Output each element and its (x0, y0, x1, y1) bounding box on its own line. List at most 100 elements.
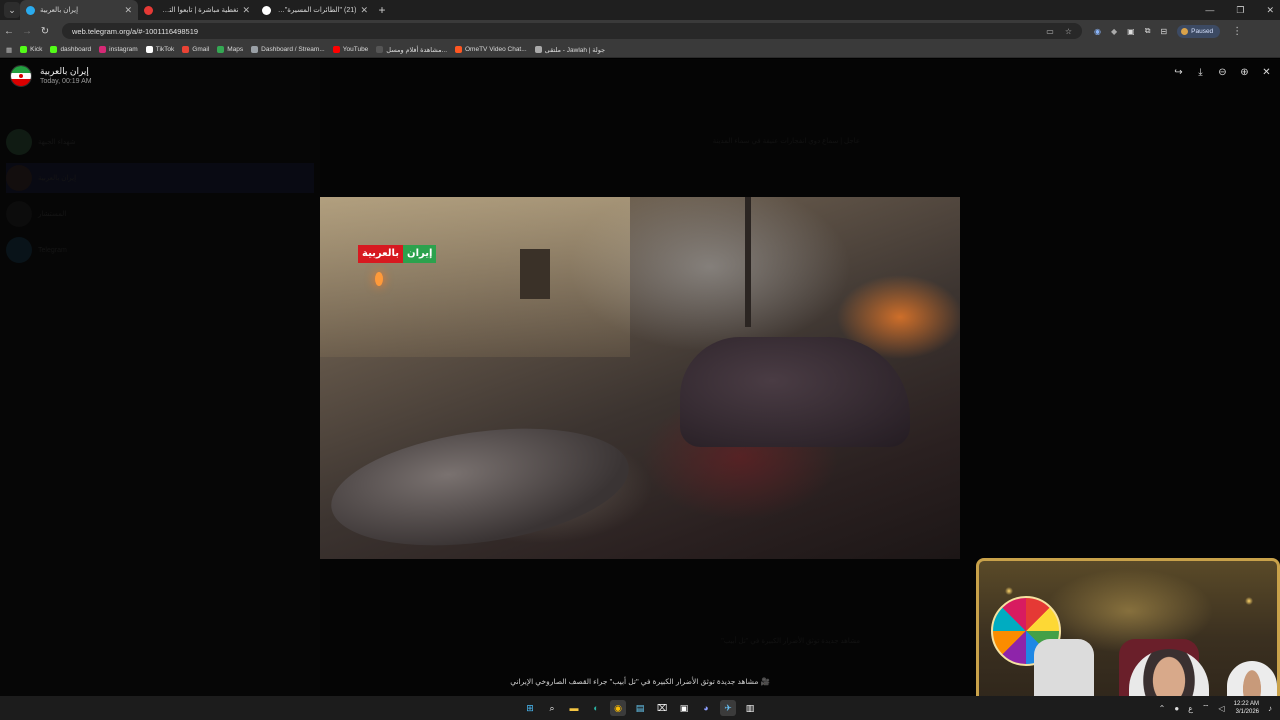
person (1227, 661, 1277, 696)
bookmark-label: Dashboard / Stream... (261, 46, 325, 53)
viewer-actions: ↪ ⤓ ⊖ ⊕ ✕ (1173, 67, 1272, 78)
close-tab-icon[interactable]: ✕ (124, 5, 132, 16)
discord-icon[interactable]: ◕ (698, 700, 714, 716)
logo-text-red: بالعربية (358, 245, 404, 263)
clock[interactable]: 12:22 AM 3/1/2026 (1234, 700, 1259, 716)
youtube-icon (332, 46, 340, 53)
chat-name: شهداء الجبهة (38, 139, 76, 146)
app-icon[interactable]: ▣ (676, 700, 692, 716)
chat-list-item[interactable]: المستشار (6, 199, 314, 229)
extensions-area: ◉ ◆ ▣ ⧉ ⊟ (1094, 26, 1167, 36)
chrome-icon[interactable]: ◉ (610, 700, 626, 716)
apps-grid-icon[interactable]: ▦ (6, 46, 12, 54)
dashboard-icon (251, 46, 259, 53)
profile-icon[interactable]: ⊟ (1160, 27, 1167, 36)
system-tray: ⌃ ● ع ⌔ ◁ 12:22 AM 3/1/2026 ♪ (1159, 696, 1272, 720)
close-tab-icon[interactable]: ✕ (360, 5, 368, 16)
bookmark-label: dashboard (60, 46, 92, 53)
avatar (6, 237, 32, 263)
language-indicator[interactable]: ع (1188, 704, 1193, 713)
tab-title: تغطية مباشرة | تابعوا التطورات (158, 7, 239, 14)
search-icon[interactable]: ⌕ (544, 700, 560, 716)
chat-name: إيران بالعربية (38, 175, 77, 182)
browser-tab-live-coverage[interactable]: تغطية مباشرة | تابعوا التطورات ✕ (138, 0, 256, 20)
ometv-icon (455, 46, 462, 53)
clock-time: 12:22 AM (1233, 701, 1259, 707)
extension-icon[interactable]: ▣ (1127, 27, 1135, 36)
bookmark-youtube[interactable]: YouTube (332, 46, 368, 53)
terminal-icon[interactable]: ⌧ (654, 700, 670, 716)
gaming-chair (1034, 639, 1094, 696)
profile-paused-button[interactable]: Paused (1177, 24, 1221, 38)
channel-name[interactable]: إيران بالعربية (40, 66, 89, 77)
volume-icon[interactable]: ◁ (1218, 704, 1224, 713)
close-icon[interactable]: ✕ (1261, 67, 1272, 78)
avatar (1181, 27, 1189, 35)
extension-icon[interactable]: ◉ (1094, 27, 1101, 36)
kick-icon (50, 46, 58, 53)
close-window-icon[interactable]: ✕ (1266, 5, 1274, 16)
bookmark-tiktok[interactable]: TikTok (145, 46, 174, 53)
avatar (6, 201, 32, 227)
microphone-icon[interactable]: ● (1174, 704, 1179, 713)
bookmark-star-icon[interactable]: ☆ (1065, 27, 1072, 36)
notification-bell-icon[interactable]: ♪ (1268, 704, 1272, 713)
chat-list-sidebar: شهداء الجبهة إيران بالعربية المستشار Tel… (0, 59, 320, 696)
chat-list-item[interactable]: إيران بالعربية (6, 163, 314, 193)
video-scene-window (520, 249, 550, 299)
bookmark-dashboard[interactable]: dashboard (50, 46, 91, 53)
bookmark-instagram[interactable]: instagram (99, 46, 138, 53)
video-watermark-logo: بالعربية إيران (358, 245, 437, 263)
file-explorer-icon[interactable]: ▬ (566, 700, 582, 716)
tab-title: إيران بالعربية (40, 7, 79, 14)
avatar (6, 129, 32, 155)
bookmark-maps[interactable]: Maps (217, 46, 243, 53)
close-tab-icon[interactable]: ✕ (242, 5, 250, 16)
tab-title: (21) "الطائرات المسيرة" - X / •ch (276, 7, 357, 14)
zoom-out-icon[interactable]: ⊖ (1217, 67, 1228, 78)
reload-icon[interactable]: ↻ (36, 26, 54, 37)
extension-icon[interactable]: ◆ (1111, 27, 1117, 36)
menu-kebab-icon[interactable]: ⋮ (1232, 26, 1242, 37)
media-video[interactable]: بالعربية إيران (320, 197, 960, 559)
jawlah-icon (534, 46, 542, 53)
channel-avatar[interactable] (10, 65, 32, 87)
bookmark-kick[interactable]: Kick (20, 46, 42, 53)
download-icon[interactable]: ⤓ (1195, 67, 1206, 78)
new-tab-button[interactable]: + (374, 3, 390, 17)
bookmarks-bar: ▦ Kick dashboard instagram TikTok Gmail … (0, 42, 1280, 58)
windows-start-icon[interactable]: ⊞ (522, 700, 538, 716)
browser-tab-telegram[interactable]: إيران بالعربية ✕ (20, 0, 138, 20)
tab-search-button[interactable]: ⌄ (4, 2, 20, 18)
wifi-icon[interactable]: ⌔ (1202, 703, 1210, 713)
steam-icon[interactable]: ✈ (720, 700, 736, 716)
store-icon[interactable]: ▤ (632, 700, 648, 716)
back-icon[interactable]: ← (0, 26, 18, 37)
chat-list-item[interactable]: شهداء الجبهة (6, 127, 314, 157)
chat-name: Telegram (38, 246, 67, 254)
bookmark-jawlah[interactable]: ملتقى - Jawlah | جولة (534, 46, 605, 54)
bookmark-dashboard-stream[interactable]: Dashboard / Stream... (251, 46, 325, 53)
address-bar[interactable]: web.telegram.org/a/#-1001116498519 ▭ ☆ (62, 23, 1082, 39)
browser-tab-x[interactable]: (21) "الطائرات المسيرة" - X / •ch ✕ (256, 0, 374, 20)
video-scene-fire (375, 272, 383, 286)
minimize-icon[interactable]: — (1205, 5, 1214, 15)
restore-icon[interactable]: ❐ (1236, 5, 1244, 16)
chat-list-item[interactable]: Telegram (6, 235, 314, 265)
bookmark-movies[interactable]: مشاهدة أفلام ومسل... (376, 46, 447, 54)
bookmark-ometv[interactable]: OmeTV Video Chat... (455, 46, 527, 53)
video-scene-wreckage (323, 411, 637, 559)
share-icon[interactable]: ↪ (1173, 67, 1184, 78)
edge-icon[interactable]: ◐ (588, 700, 604, 716)
avatar (6, 165, 32, 191)
forward-icon[interactable]: → (18, 26, 36, 37)
bookmark-gmail[interactable]: Gmail (182, 46, 209, 53)
chevron-up-icon[interactable]: ⌃ (1159, 704, 1166, 713)
obs-icon[interactable]: ▥ (742, 700, 758, 716)
extensions-puzzle-icon[interactable]: ⧉ (1145, 26, 1151, 36)
zoom-in-icon[interactable]: ⊕ (1239, 67, 1250, 78)
bookmark-label: Kick (30, 46, 43, 53)
cast-icon[interactable]: ▭ (1046, 27, 1054, 36)
background-message: عاجل | سماع دوي انفجارات عنيفة في سماء ا… (712, 138, 860, 145)
bookmark-label: OmeTV Video Chat... (465, 46, 527, 53)
